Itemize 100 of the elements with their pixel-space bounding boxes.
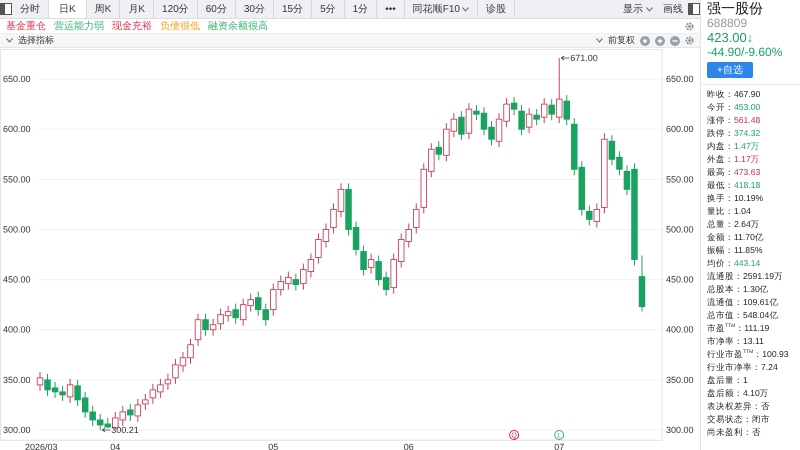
axis-label: 350.00	[3, 374, 31, 385]
indicator-select[interactable]: 选择指标	[18, 34, 54, 47]
stat-label: 市净率：	[707, 335, 743, 348]
stat-value: 443.14	[734, 257, 760, 270]
adjust-select[interactable]: 前复权	[608, 34, 635, 47]
stat-value: 1.47万	[734, 140, 760, 153]
caret-icon	[646, 6, 653, 12]
stat-label: 均价：	[707, 257, 734, 270]
stat-label: 市盈$^{TTM}$：	[707, 322, 744, 335]
stock-name: 强一股份	[707, 0, 764, 16]
stat-value: 2591.19万	[743, 270, 784, 283]
stat-value: 4.10万	[743, 387, 769, 400]
annotation: 300.21	[111, 424, 139, 435]
stat-label: 跌停：	[707, 127, 734, 140]
stat-label: 振幅：	[707, 244, 734, 257]
date-label: 04	[110, 442, 120, 450]
date-label: 2026/03	[25, 442, 58, 450]
caret-icon	[462, 6, 469, 12]
stat-value: 1	[743, 374, 748, 387]
stat-label: 今开：	[707, 101, 734, 114]
stat-label: 外盘：	[707, 153, 734, 166]
stat-value: 7.24	[761, 361, 778, 374]
stat-label: 换手：	[707, 192, 734, 205]
draw-button[interactable]: 画线	[658, 2, 688, 16]
stat-label: 盘后量：	[707, 374, 743, 387]
reset-icon[interactable]	[640, 36, 650, 46]
axis-label: 300.00	[3, 424, 31, 435]
stat-value: 548.04亿	[743, 309, 778, 322]
stat-label: 尚未盈利：	[707, 426, 752, 439]
stat-value: 否	[761, 400, 770, 413]
stock-tag[interactable]: 基金重仓	[6, 19, 46, 33]
panel-toggle-icon[interactable]	[688, 3, 700, 15]
axis-label: 450.00	[666, 274, 694, 285]
stat-value: 13.11	[743, 335, 764, 348]
stat-value: 100.93	[762, 348, 789, 361]
zoom-in-icon[interactable]	[655, 36, 665, 46]
display-menu[interactable]: 显示	[618, 2, 658, 16]
stat-value: 10.19%	[734, 192, 764, 205]
price-annotation: 300.21	[102, 424, 139, 435]
stat-value: 561.48	[734, 114, 760, 127]
stat-label: 行业市净率：	[707, 361, 761, 374]
price-change: -44.90/-9.60%	[707, 45, 784, 59]
axis-label: 650.00	[666, 74, 694, 84]
axis-label: 550.00	[3, 174, 31, 184]
date-label: 07	[554, 442, 564, 450]
stat-label: 最低：	[707, 179, 734, 192]
stat-value: 111.19	[744, 322, 770, 335]
stat-label: 涨停：	[707, 114, 734, 127]
panel-toggle-icon[interactable]	[0, 3, 12, 15]
date-label: 05	[268, 442, 278, 450]
price-annotation: 671.00	[560, 53, 598, 64]
stat-value: 467.90	[734, 88, 760, 101]
stat-label: 总量：	[707, 218, 734, 231]
stat-value: 418.18	[734, 179, 760, 192]
stat-label: 总股本：	[707, 283, 743, 296]
stat-label: 内盘：	[707, 140, 734, 153]
stat-value: 否	[752, 426, 761, 439]
stat-value: 473.63	[734, 166, 760, 179]
stat-label: 盘后额：	[707, 387, 743, 400]
stat-label: 最高：	[707, 166, 734, 179]
axis-label: 350.00	[666, 374, 694, 385]
stat-label: 流通值：	[707, 296, 743, 309]
stat-value: 1.04	[734, 205, 751, 218]
axis-label: 600.00	[3, 124, 31, 134]
stat-value: 11.70亿	[734, 231, 764, 244]
stat-label: 交易状态：	[707, 413, 752, 426]
axis-label: 600.00	[666, 124, 694, 134]
caret-icon	[596, 38, 603, 43]
stock-code: 688809	[707, 16, 748, 30]
stat-value: 1.30亿	[743, 283, 769, 296]
stat-label: 总市值：	[707, 309, 743, 322]
stat-value: 2.64万	[734, 218, 760, 231]
add-watchlist-button[interactable]: +自选	[707, 62, 753, 78]
axis-label: 300.00	[666, 424, 694, 435]
stat-value: 1.17万	[734, 153, 760, 166]
stat-value: 闭市	[752, 413, 770, 426]
axis-label: 550.00	[666, 174, 694, 184]
stat-value: 453.00	[734, 101, 760, 114]
axis-label: 650.00	[3, 74, 31, 84]
axis-label: 400.00	[3, 324, 31, 335]
stock-tag[interactable]: 现金充裕	[112, 19, 152, 33]
axis-label: 400.00	[666, 324, 694, 335]
zoom-out-icon[interactable]	[670, 36, 680, 46]
stat-label: 量比：	[707, 205, 734, 218]
stat-value: 11.85%	[734, 244, 763, 257]
stat-label: 金额：	[707, 231, 734, 244]
stat-value: 374.32	[734, 127, 760, 140]
stat-label: 表决权差异：	[707, 400, 761, 413]
stat-value: 109.61亿	[743, 296, 778, 309]
stock-price: 423.00↓	[707, 30, 754, 45]
caret-icon	[6, 38, 13, 43]
stat-label: 昨收：	[707, 88, 734, 101]
stat-label: 行业市盈$^{TTM}$：	[707, 348, 762, 361]
axis-label: 450.00	[3, 274, 31, 285]
stat-label: 流通股：	[707, 270, 743, 283]
axis-label: 500.00	[666, 224, 694, 234]
annotation: 671.00	[570, 53, 598, 64]
axis-label: 500.00	[3, 224, 31, 234]
period-tab[interactable]: 日K	[49, 0, 87, 18]
date-label: 06	[404, 442, 414, 450]
